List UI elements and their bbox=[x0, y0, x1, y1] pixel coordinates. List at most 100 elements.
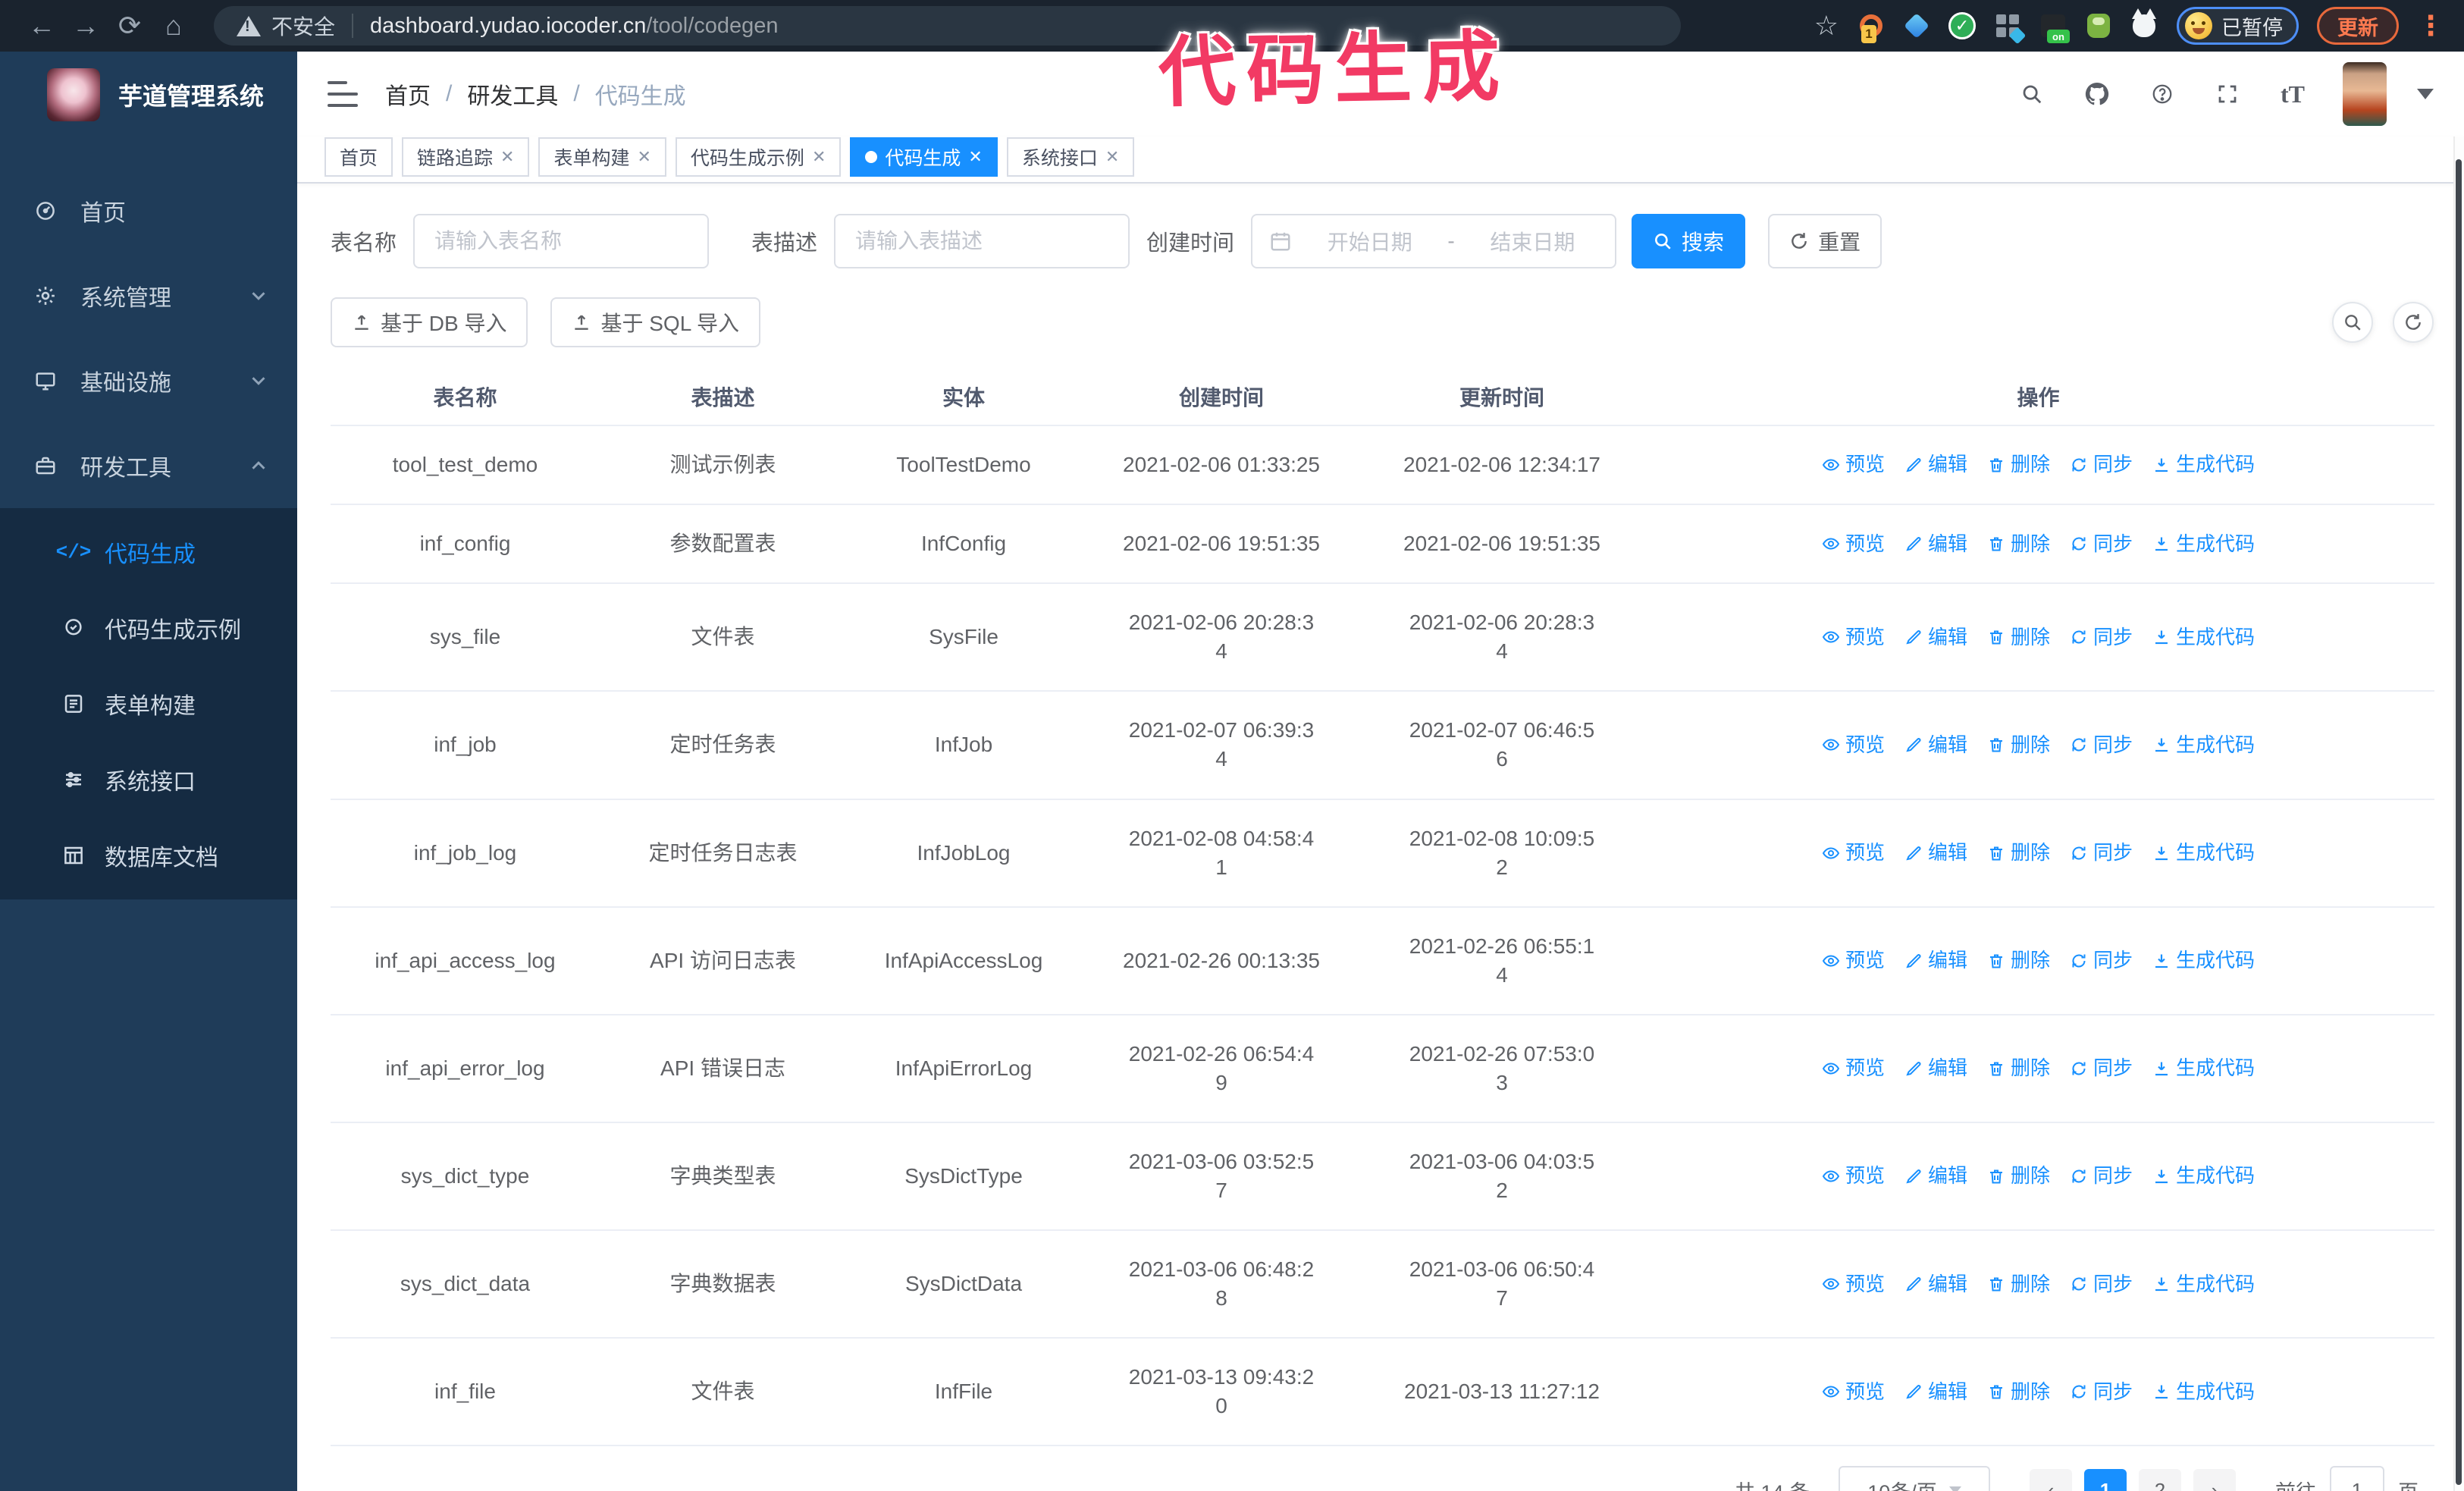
sync-link[interactable]: 同步 bbox=[2070, 1055, 2133, 1081]
preview-link[interactable]: 预览 bbox=[1822, 624, 1885, 651]
edit-link[interactable]: 编辑 bbox=[1904, 732, 1967, 758]
extensions-puppet-icon[interactable] bbox=[2130, 8, 2158, 40]
security-label[interactable]: 不安全 bbox=[271, 11, 335, 41]
sync-link[interactable]: 同步 bbox=[2070, 947, 2133, 974]
table-desc-input[interactable] bbox=[834, 214, 1130, 268]
fullscreen-icon[interactable] bbox=[2212, 79, 2243, 109]
page-button-1[interactable]: 1 bbox=[2084, 1469, 2127, 1491]
breadcrumb-item-0[interactable]: 首页 bbox=[385, 77, 431, 111]
import-db-button[interactable]: 基于 DB 导入 bbox=[331, 297, 528, 347]
home-icon[interactable]: ⌂ bbox=[152, 8, 196, 44]
generate-code-link[interactable]: 生成代码 bbox=[2152, 624, 2255, 651]
generate-code-link[interactable]: 生成代码 bbox=[2152, 947, 2255, 974]
prev-page-button[interactable]: ‹ bbox=[2030, 1469, 2072, 1491]
preview-link[interactable]: 预览 bbox=[1822, 1271, 1885, 1298]
hamburger-icon[interactable] bbox=[328, 81, 358, 107]
tab-close-icon[interactable]: ✕ bbox=[637, 147, 650, 167]
sync-link[interactable]: 同步 bbox=[2070, 1271, 2133, 1298]
search-button[interactable]: 搜索 bbox=[1632, 214, 1746, 268]
generate-code-link[interactable]: 生成代码 bbox=[2152, 732, 2255, 758]
delete-link[interactable]: 删除 bbox=[1987, 1379, 2050, 1405]
delete-link[interactable]: 删除 bbox=[1987, 1271, 2050, 1298]
edit-link[interactable]: 编辑 bbox=[1904, 947, 1967, 974]
submenu-item-0[interactable]: </> 代码生成 bbox=[0, 514, 297, 590]
preview-link[interactable]: 预览 bbox=[1822, 947, 1885, 974]
edit-link[interactable]: 编辑 bbox=[1904, 451, 1967, 478]
edit-link[interactable]: 编辑 bbox=[1904, 1271, 1967, 1298]
url-path[interactable]: /tool/codegen bbox=[646, 14, 778, 39]
sync-link[interactable]: 同步 bbox=[2070, 1163, 2133, 1189]
search-icon[interactable] bbox=[2017, 79, 2047, 109]
next-page-button[interactable]: › bbox=[2193, 1469, 2236, 1491]
refresh-table-button[interactable] bbox=[2393, 302, 2434, 343]
date-range-picker[interactable]: 开始日期 - 结束日期 bbox=[1251, 214, 1617, 268]
preview-link[interactable]: 预览 bbox=[1822, 1163, 1885, 1189]
avatar-caret-icon[interactable] bbox=[2417, 89, 2434, 99]
generate-code-link[interactable]: 生成代码 bbox=[2152, 1055, 2255, 1081]
tab-3[interactable]: 代码生成示例 ✕ bbox=[675, 137, 842, 177]
toggle-search-button[interactable] bbox=[2332, 302, 2373, 343]
preview-link[interactable]: 预览 bbox=[1822, 1379, 1885, 1405]
generate-code-link[interactable]: 生成代码 bbox=[2152, 1379, 2255, 1405]
bookmark-star-icon[interactable]: ☆ bbox=[1814, 10, 1839, 42]
delete-link[interactable]: 删除 bbox=[1987, 840, 2050, 866]
reset-button[interactable]: 重置 bbox=[1768, 214, 1882, 268]
delete-link[interactable]: 删除 bbox=[1987, 624, 2050, 651]
goto-page-input[interactable] bbox=[2330, 1466, 2384, 1491]
submenu-item-1[interactable]: 代码生成示例 bbox=[0, 590, 297, 666]
generate-code-link[interactable]: 生成代码 bbox=[2152, 840, 2255, 866]
submenu-item-2[interactable]: 表单构建 bbox=[0, 666, 297, 742]
generate-code-link[interactable]: 生成代码 bbox=[2152, 1271, 2255, 1298]
github-icon[interactable] bbox=[2082, 79, 2112, 109]
font-size-icon[interactable]: tT bbox=[2277, 79, 2308, 109]
page-size-select[interactable]: 10条/页 bbox=[1839, 1466, 1990, 1491]
avatar[interactable] bbox=[2343, 62, 2387, 126]
browser-update-button[interactable]: 更新 bbox=[2317, 7, 2399, 45]
submenu-item-4[interactable]: 数据库文档 bbox=[0, 818, 297, 893]
delete-link[interactable]: 删除 bbox=[1987, 732, 2050, 758]
edit-link[interactable]: 编辑 bbox=[1904, 1379, 1967, 1405]
generate-code-link[interactable]: 生成代码 bbox=[2152, 531, 2255, 557]
sync-link[interactable]: 同步 bbox=[2070, 840, 2133, 866]
edit-link[interactable]: 编辑 bbox=[1904, 531, 1967, 557]
sync-link[interactable]: 同步 bbox=[2070, 732, 2133, 758]
sync-link[interactable]: 同步 bbox=[2070, 531, 2133, 557]
generate-code-link[interactable]: 生成代码 bbox=[2152, 1163, 2255, 1189]
gem-ext-icon[interactable] bbox=[1902, 11, 1931, 40]
delete-link[interactable]: 删除 bbox=[1987, 947, 2050, 974]
import-sql-button[interactable]: 基于 SQL 导入 bbox=[550, 297, 761, 347]
sidebar-item-1[interactable]: 系统管理 bbox=[0, 253, 297, 338]
sync-link[interactable]: 同步 bbox=[2070, 451, 2133, 478]
edit-link[interactable]: 编辑 bbox=[1904, 1055, 1967, 1081]
date-start-placeholder[interactable]: 开始日期 bbox=[1304, 226, 1435, 256]
browser-menu-icon[interactable]: ⋮ bbox=[2417, 10, 2444, 42]
sidebar-item-2[interactable]: 基础设施 bbox=[0, 338, 297, 423]
back-icon[interactable]: ← bbox=[20, 8, 64, 44]
grid-ext-icon[interactable] bbox=[1993, 11, 2027, 45]
tab-5[interactable]: 系统接口 ✕ bbox=[1006, 137, 1135, 177]
generate-code-link[interactable]: 生成代码 bbox=[2152, 451, 2255, 478]
delete-link[interactable]: 删除 bbox=[1987, 451, 2050, 478]
tab-1[interactable]: 链路追踪 ✕ bbox=[402, 137, 530, 177]
on-ext-icon[interactable]: on bbox=[2039, 11, 2070, 43]
preview-link[interactable]: 预览 bbox=[1822, 840, 1885, 866]
sync-link[interactable]: 同步 bbox=[2070, 1379, 2133, 1405]
check-ext-icon[interactable]: ✓ bbox=[1948, 11, 1977, 40]
tab-close-icon[interactable]: ✕ bbox=[968, 147, 982, 167]
scrollbar-thumb[interactable] bbox=[2456, 159, 2462, 1485]
tab-0[interactable]: 首页 bbox=[324, 137, 393, 177]
sidebar-item-0[interactable]: 首页 bbox=[0, 168, 297, 253]
sync-link[interactable]: 同步 bbox=[2070, 624, 2133, 651]
preview-link[interactable]: 预览 bbox=[1822, 451, 1885, 478]
url-host[interactable]: dashboard.yudao.iocoder.cn bbox=[370, 14, 646, 39]
preview-link[interactable]: 预览 bbox=[1822, 732, 1885, 758]
tab-4[interactable]: 代码生成 ✕ bbox=[850, 137, 998, 177]
page-button-2[interactable]: 2 bbox=[2139, 1469, 2181, 1491]
sidebar-item-3[interactable]: 研发工具 bbox=[0, 423, 297, 508]
app-logo-row[interactable]: 芋道管理系统 bbox=[0, 52, 297, 129]
tab-close-icon[interactable]: ✕ bbox=[500, 147, 514, 167]
tab-close-icon[interactable]: ✕ bbox=[812, 147, 826, 167]
question-icon[interactable] bbox=[2147, 79, 2177, 109]
delete-link[interactable]: 删除 bbox=[1987, 1055, 2050, 1081]
tab-2[interactable]: 表单构建 ✕ bbox=[538, 137, 666, 177]
